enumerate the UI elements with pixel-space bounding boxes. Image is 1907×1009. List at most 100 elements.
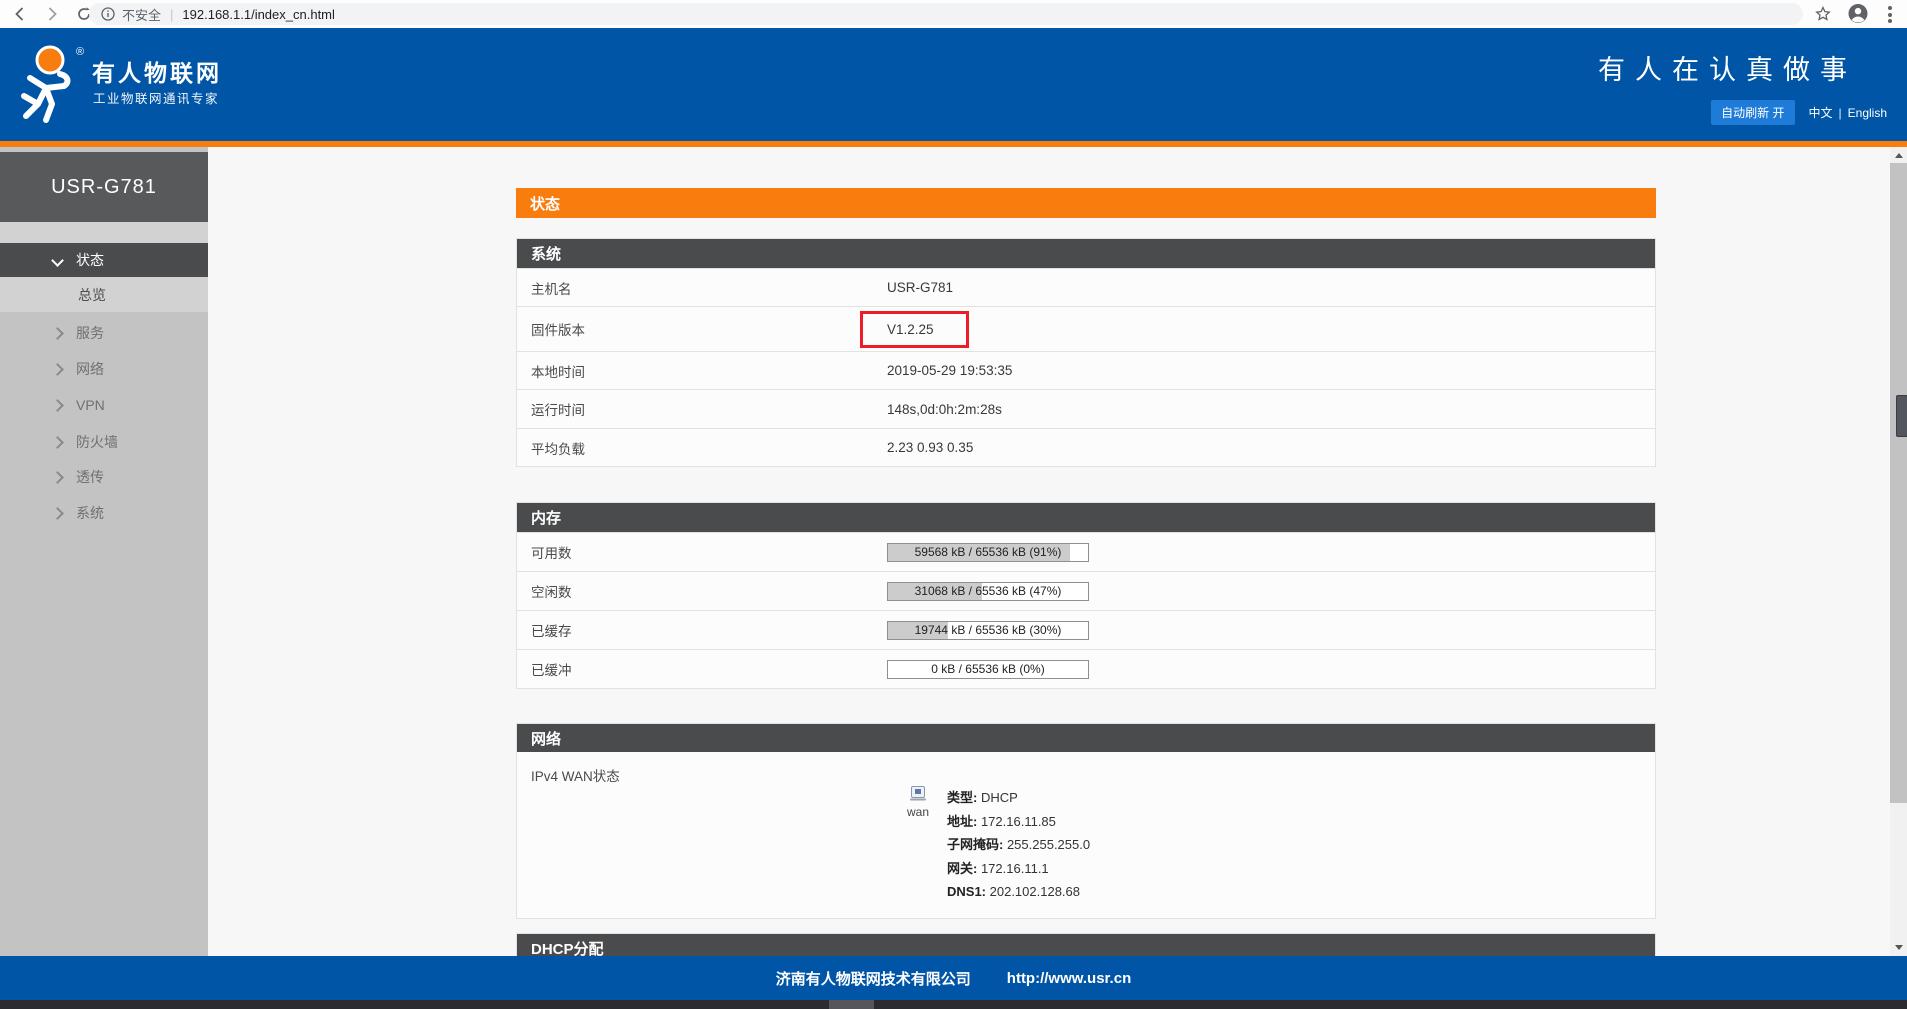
table-row: 已缓冲 0 kB / 65536 kB (0%) xyxy=(517,649,1655,688)
arrow-up-icon xyxy=(1895,153,1903,158)
sidebar-item-label: 总览 xyxy=(78,285,106,305)
dhcp-section: DHCP分配 xyxy=(516,933,1656,956)
chevron-right-icon xyxy=(51,471,64,484)
sidebar-item-label: VPN xyxy=(76,397,105,413)
system-section: 系统 主机名 USR-G781 固件版本 V1.2.25 本地时间 2019-0… xyxy=(516,238,1656,467)
sidebar-divider xyxy=(0,222,208,243)
firmware-version-highlight: V1.2.25 xyxy=(860,311,969,348)
memory-section-title: 内存 xyxy=(517,503,1655,532)
registered-mark: ® xyxy=(76,46,84,58)
chevron-right-icon xyxy=(51,399,64,412)
wan-details: 类型: DHCP 地址: 172.16.11.85 子网掩码: 255.255.… xyxy=(947,786,1090,904)
usr-logo-icon xyxy=(16,44,80,129)
chevron-right-icon xyxy=(51,327,64,340)
row-label: 已缓存 xyxy=(517,620,887,640)
sidebar-item-services[interactable]: 服务 xyxy=(0,315,208,351)
row-value: USR-G781 xyxy=(887,280,953,295)
table-row: 空闲数 31068 kB / 65536 kB (47%) xyxy=(517,571,1655,610)
detail-line: DNS1: 202.102.128.68 xyxy=(947,880,1090,904)
sidebar-item-firewall[interactable]: 防火墙 xyxy=(0,424,208,460)
chevron-right-icon xyxy=(51,363,64,376)
lang-divider: | xyxy=(1839,106,1842,120)
arrow-down-icon xyxy=(1895,945,1903,950)
security-label: 不安全 xyxy=(122,5,161,24)
detail-line: 类型: DHCP xyxy=(947,786,1090,810)
page-title: 状态 xyxy=(516,188,1656,218)
address-bar[interactable]: 不安全 | 192.168.1.1/index_cn.html xyxy=(89,3,1803,25)
device-name: USR-G781 xyxy=(0,152,208,222)
header-slogan: 有人在认真做事 xyxy=(1598,48,1857,87)
brand-title: 有人物联网 xyxy=(92,54,222,88)
header-controls: 自动刷新 开 中文 | English xyxy=(1711,100,1887,125)
sidebar-item-label: 系统 xyxy=(76,503,104,523)
website-link[interactable]: http://www.usr.cn xyxy=(1007,970,1131,987)
chevron-right-icon xyxy=(51,507,64,520)
memory-usage-bar: 0 kB / 65536 kB (0%) xyxy=(887,660,1089,679)
row-label: 运行时间 xyxy=(517,399,887,419)
language-switch: 中文 | English xyxy=(1809,104,1888,121)
table-row: 可用数 59568 kB / 65536 kB (91%) xyxy=(517,532,1655,571)
sidebar: USR-G781 状态 总览 服务 网络 VPN 防火墙 透传 xyxy=(0,147,208,956)
scrollbar-track-lower[interactable] xyxy=(1890,803,1907,956)
lang-english-link[interactable]: English xyxy=(1848,106,1887,120)
row-value: 2.23 0.93 0.35 xyxy=(887,440,973,455)
row-label: 主机名 xyxy=(517,278,887,298)
sidebar-item-vpn[interactable]: VPN xyxy=(0,387,208,423)
profile-avatar-icon[interactable] xyxy=(1848,3,1868,23)
lang-chinese-link[interactable]: 中文 xyxy=(1809,106,1833,120)
system-section-title: 系统 xyxy=(517,239,1655,268)
sidebar-item-label: 服务 xyxy=(76,323,104,343)
wan-interface: wan xyxy=(901,786,935,904)
info-icon[interactable] xyxy=(101,7,115,21)
sidebar-item-passthrough[interactable]: 透传 xyxy=(0,459,208,495)
sidebar-item-network[interactable]: 网络 xyxy=(0,351,208,387)
url-text[interactable]: 192.168.1.1/index_cn.html xyxy=(182,7,335,22)
ethernet-port-icon xyxy=(909,786,928,802)
detail-line: 子网掩码: 255.255.255.0 xyxy=(947,833,1090,857)
memory-usage-bar: 19744 kB / 65536 kB (30%) xyxy=(887,621,1089,640)
network-section-title: 网络 xyxy=(517,724,1655,752)
bookmark-star-icon[interactable] xyxy=(1813,4,1833,24)
row-label: 本地时间 xyxy=(517,361,887,381)
row-label: 空闲数 xyxy=(517,581,887,601)
table-row: 固件版本 V1.2.25 xyxy=(517,306,1655,351)
auto-refresh-toggle[interactable]: 自动刷新 开 xyxy=(1711,100,1794,125)
sidebar-item-overview[interactable]: 总览 xyxy=(0,277,208,312)
row-value: 148s,0d:0h:2m:28s xyxy=(887,402,1002,417)
scrollbar-track[interactable] xyxy=(1890,147,1907,803)
table-row: 主机名 USR-G781 xyxy=(517,268,1655,306)
row-label: 平均负载 xyxy=(517,438,887,458)
company-name: 济南有人物联网技术有限公司 xyxy=(776,968,971,989)
memory-usage-bar: 59568 kB / 65536 kB (91%) xyxy=(887,543,1089,562)
memory-section: 内存 可用数 59568 kB / 65536 kB (91%) 空闲数 310… xyxy=(516,502,1656,689)
detail-line: 地址: 172.16.11.85 xyxy=(947,810,1090,834)
browser-menu-icon[interactable] xyxy=(1888,6,1892,23)
bottom-strip-segment xyxy=(829,1000,874,1009)
scrollbar-up-button[interactable] xyxy=(1890,147,1907,163)
bottom-edge-strip xyxy=(0,1000,1907,1009)
chevron-down-icon xyxy=(51,254,64,267)
dhcp-section-title: DHCP分配 xyxy=(517,934,1655,956)
brand-subtitle: 工业物联网通讯专家 xyxy=(93,88,219,107)
network-section: 网络 IPv4 WAN状态 wan xyxy=(516,723,1656,919)
memory-usage-bar: 31068 kB / 65536 kB (47%) xyxy=(887,582,1089,601)
sidebar-item-label: 防火墙 xyxy=(76,432,118,452)
forward-icon[interactable] xyxy=(42,4,62,24)
scrollbar-thumb[interactable] xyxy=(1896,395,1907,437)
browser-toolbar: 不安全 | 192.168.1.1/index_cn.html xyxy=(0,0,1907,29)
site-header: ® 有人物联网 工业物联网通讯专家 有人在认真做事 自动刷新 开 中文 | Engl… xyxy=(0,28,1907,141)
sidebar-item-label: 状态 xyxy=(76,250,104,270)
row-label: 固件版本 xyxy=(517,319,887,339)
scrollbar-down-button[interactable] xyxy=(1890,938,1907,956)
screen: 不安全 | 192.168.1.1/index_cn.html ® 有人物联网 … xyxy=(0,0,1907,1009)
interface-name: wan xyxy=(907,805,929,819)
page-footer: 济南有人物联网技术有限公司 http://www.usr.cn xyxy=(0,956,1907,1000)
back-icon[interactable] xyxy=(10,4,30,24)
table-row: 运行时间 148s,0d:0h:2m:28s xyxy=(517,389,1655,428)
sidebar-item-label: 透传 xyxy=(76,467,104,487)
table-row: 已缓存 19744 kB / 65536 kB (30%) xyxy=(517,610,1655,649)
table-row: 本地时间 2019-05-29 19:53:35 xyxy=(517,351,1655,389)
sidebar-item-status[interactable]: 状态 xyxy=(0,243,208,277)
sidebar-item-system[interactable]: 系统 xyxy=(0,495,208,531)
table-row: 平均负载 2.23 0.93 0.35 xyxy=(517,428,1655,466)
